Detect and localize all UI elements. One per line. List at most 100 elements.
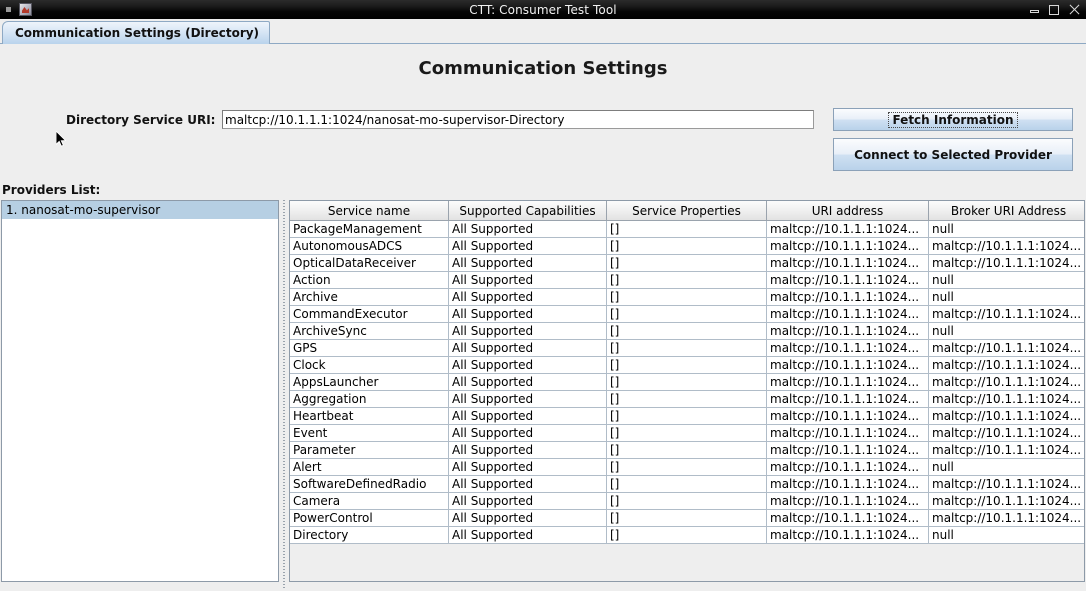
table-cell: []: [606, 254, 767, 272]
table-cell: All Supported: [448, 441, 607, 459]
table-cell: maltcp://10.1.1.1:1024...: [766, 475, 929, 493]
table-cell: maltcp://10.1.1.1:1024...: [766, 237, 929, 255]
table-cell: null: [928, 288, 1084, 306]
table-row[interactable]: Heartbeat All Supported[] maltcp://10.1.1.…: [290, 407, 1084, 425]
table-cell: maltcp://10.1.1.1:1024...: [928, 390, 1084, 408]
table-cell: CommandExecutor: [290, 305, 449, 323]
table-row[interactable]: OpticalDataReceiver All Supported[] maltcp…: [290, 254, 1084, 272]
table-cell: Directory: [290, 526, 449, 544]
window-controls: [1029, 0, 1080, 19]
table-cell: []: [606, 390, 767, 408]
table-cell: maltcp://10.1.1.1:1024...: [928, 356, 1084, 374]
table-cell: Clock: [290, 356, 449, 374]
table-cell: []: [606, 288, 767, 306]
table-cell: maltcp://10.1.1.1:1024...: [766, 526, 929, 544]
list-item[interactable]: 1. nanosat-mo-supervisor: [2, 201, 278, 219]
table-cell: maltcp://10.1.1.1:1024...: [928, 475, 1084, 493]
table-row[interactable]: PowerControl All Supported[] maltcp://10.1…: [290, 509, 1084, 527]
table-cell: All Supported: [448, 509, 607, 527]
tab-label: Communication Settings (Directory): [15, 26, 260, 40]
table-cell: maltcp://10.1.1.1:1024...: [766, 288, 929, 306]
table-cell: []: [606, 356, 767, 374]
services-table-body: PackageManagement All Supported[] maltcp:/…: [290, 220, 1084, 544]
column-header-supported-capabilities[interactable]: Supported Capabilities: [448, 201, 607, 221]
table-cell: Event: [290, 424, 449, 442]
fetch-information-label: Fetch Information: [888, 111, 1018, 128]
table-row[interactable]: ArchiveSync All Supported[] maltcp://10.1.…: [290, 322, 1084, 340]
table-row[interactable]: CommandExecutor All Supported[] maltcp://1…: [290, 305, 1084, 323]
table-row[interactable]: AppsLauncher All Supported[] maltcp://10.1…: [290, 373, 1084, 391]
table-cell: maltcp://10.1.1.1:1024...: [766, 356, 929, 374]
table-cell: null: [928, 458, 1084, 476]
table-row[interactable]: GPS All Supported[] maltcp://10.1.1.1:1024…: [290, 339, 1084, 357]
table-row[interactable]: Event All Supported[] maltcp://10.1.1.1:10…: [290, 424, 1084, 442]
column-header-uri-address[interactable]: URI address: [766, 201, 929, 221]
table-cell: All Supported: [448, 526, 607, 544]
table-cell: Action: [290, 271, 449, 289]
uri-label: Directory Service URI:: [66, 113, 216, 127]
table-row[interactable]: Parameter All Supported[] maltcp://10.1.1.…: [290, 441, 1084, 459]
table-cell: maltcp://10.1.1.1:1024...: [766, 339, 929, 357]
table-cell: maltcp://10.1.1.1:1024...: [928, 509, 1084, 527]
column-header-broker-uri-address[interactable]: Broker URI Address: [928, 201, 1084, 221]
split-pane-divider[interactable]: [280, 200, 288, 589]
table-cell: []: [606, 407, 767, 425]
table-cell: null: [928, 322, 1084, 340]
mouse-cursor: [56, 131, 67, 147]
table-cell: All Supported: [448, 254, 607, 272]
services-table-panel: Service name Supported Capabilities Serv…: [289, 200, 1085, 582]
column-header-service-name[interactable]: Service name: [290, 201, 449, 221]
tab-communication-settings[interactable]: Communication Settings (Directory): [2, 21, 271, 44]
window-titlebar: CTT: Consumer Test Tool: [0, 0, 1086, 19]
minimize-icon[interactable]: [1029, 4, 1040, 15]
table-cell: maltcp://10.1.1.1:1024...: [928, 305, 1084, 323]
table-cell: []: [606, 458, 767, 476]
table-cell: SoftwareDefinedRadio: [290, 475, 449, 493]
fetch-information-button[interactable]: Fetch Information: [833, 108, 1073, 131]
column-header-service-properties[interactable]: Service Properties: [606, 201, 767, 221]
application-window: CTT: Consumer Test Tool Communication Se…: [0, 0, 1086, 591]
table-cell: maltcp://10.1.1.1:1024...: [928, 492, 1084, 510]
table-cell: PackageManagement: [290, 220, 449, 238]
table-cell: Archive: [290, 288, 449, 306]
table-cell: []: [606, 424, 767, 442]
table-cell: maltcp://10.1.1.1:1024...: [928, 373, 1084, 391]
table-row[interactable]: SoftwareDefinedRadio All Supported[] maltc…: [290, 475, 1084, 493]
table-cell: null: [928, 526, 1084, 544]
table-cell: All Supported: [448, 390, 607, 408]
directory-service-uri-input[interactable]: [222, 110, 814, 129]
table-cell: maltcp://10.1.1.1:1024...: [766, 458, 929, 476]
table-row[interactable]: Directory All Supported[] maltcp://10.1.1.…: [290, 526, 1084, 544]
connect-to-selected-provider-button[interactable]: Connect to Selected Provider: [833, 138, 1073, 171]
provider-label: 1. nanosat-mo-supervisor: [6, 203, 161, 217]
table-cell: []: [606, 526, 767, 544]
page-title: Communication Settings: [418, 58, 668, 79]
table-cell: maltcp://10.1.1.1:1024...: [928, 237, 1084, 255]
table-row[interactable]: Clock All Supported[] maltcp://10.1.1.1:10…: [290, 356, 1084, 374]
table-row[interactable]: Action All Supported[] maltcp://10.1.1.1:1…: [290, 271, 1084, 289]
table-cell: PowerControl: [290, 509, 449, 527]
table-cell: Camera: [290, 492, 449, 510]
table-cell: maltcp://10.1.1.1:1024...: [766, 390, 929, 408]
table-row[interactable]: AutonomousADCS All Supported[] maltcp://10…: [290, 237, 1084, 255]
table-cell: All Supported: [448, 220, 607, 238]
table-cell: maltcp://10.1.1.1:1024...: [766, 492, 929, 510]
table-row[interactable]: PackageManagement All Supported[] maltcp:/…: [290, 220, 1084, 238]
services-table: Service name Supported Capabilities Serv…: [290, 201, 1084, 544]
providers-list-panel: 1. nanosat-mo-supervisor: [1, 200, 279, 582]
table-cell: []: [606, 271, 767, 289]
table-cell: null: [928, 220, 1084, 238]
table-row[interactable]: Archive All Supported[] maltcp://10.1.1.1:…: [290, 288, 1084, 306]
table-row[interactable]: Aggregation All Supported[] maltcp://10.1.…: [290, 390, 1084, 408]
table-cell: Parameter: [290, 441, 449, 459]
table-cell: maltcp://10.1.1.1:1024...: [766, 407, 929, 425]
maximize-icon[interactable]: [1049, 4, 1060, 15]
table-cell: []: [606, 441, 767, 459]
close-icon[interactable]: [1069, 4, 1080, 15]
app-image-icon: [19, 3, 32, 16]
table-cell: All Supported: [448, 356, 607, 374]
table-row[interactable]: Alert All Supported[] maltcp://10.1.1.1:10…: [290, 458, 1084, 476]
table-row[interactable]: Camera All Supported[] maltcp://10.1.1.1:1…: [290, 492, 1084, 510]
table-cell: All Supported: [448, 288, 607, 306]
table-cell: maltcp://10.1.1.1:1024...: [766, 373, 929, 391]
